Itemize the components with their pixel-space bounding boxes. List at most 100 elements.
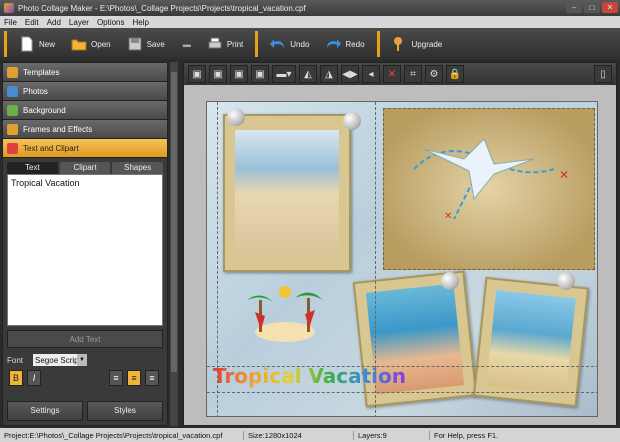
lock-button[interactable]: 🔒 (446, 65, 464, 83)
minimize-button[interactable]: – (566, 2, 582, 13)
collage-title-text[interactable]: Tropical Vacation (213, 364, 406, 388)
bottom-buttons: Settings Styles (7, 401, 163, 421)
send-backward-button[interactable]: ▣ (230, 65, 248, 83)
open-button[interactable]: Open (63, 29, 119, 59)
format-row: B I ≡ ≡ ≡ (9, 370, 161, 386)
toolbar-divider (4, 31, 7, 57)
save-dropdown-icon[interactable]: ▬ (183, 40, 191, 49)
folder-open-icon (71, 39, 87, 51)
frame-sandcastle-photo[interactable] (473, 276, 589, 408)
align-button[interactable]: ▬▾ (272, 65, 296, 83)
styles-button[interactable]: Styles (87, 401, 163, 421)
page-button[interactable]: ▯ (594, 65, 612, 83)
italic-button[interactable]: I (27, 370, 41, 386)
align-center-button[interactable]: ≡ (127, 370, 141, 386)
menu-file[interactable]: File (4, 18, 17, 27)
new-label: New (39, 39, 56, 49)
delete-button[interactable]: ✕ (383, 65, 401, 83)
status-help: For Help, press F1. (434, 430, 499, 440)
status-layers: Layers:9 (354, 430, 430, 440)
tab-clipart[interactable]: Clipart (59, 162, 111, 174)
properties-button[interactable]: ⚙ (425, 65, 443, 83)
rotate-left-button[interactable]: ◭ (299, 65, 317, 83)
pin-left-top-2 (343, 112, 361, 130)
title-bar: Photo Collage Maker - E:\Photos\_Collage… (0, 0, 620, 16)
sidebar-item-templates[interactable]: Templates (3, 63, 167, 82)
align-right-icon: ≡ (149, 373, 155, 383)
rotate-right-icon: ◮ (325, 68, 333, 80)
scrollbar-thumb[interactable] (171, 72, 177, 372)
font-select[interactable]: Segoe Script ▼ (33, 354, 88, 366)
flip-horizontal-button[interactable]: ◀▶ (341, 65, 359, 83)
bring-forward-icon: ▣ (213, 68, 223, 80)
collage-page[interactable]: ✕ ✕ Tropical Vacation (206, 101, 598, 417)
tab-text[interactable]: Text (7, 162, 58, 174)
status-bar: Project:E:\Photos\_Collage Projects\Proj… (0, 428, 620, 442)
frame-family-photo[interactable] (223, 114, 351, 272)
send-to-back-button[interactable]: ▣ (251, 65, 269, 83)
font-row: Font Segoe Script ▼ (7, 354, 163, 366)
family-beach-photo[interactable] (235, 130, 339, 258)
bring-forward-button[interactable]: ▣ (209, 65, 227, 83)
new-button[interactable]: New (11, 29, 63, 59)
left-panel-scrollbar[interactable] (170, 62, 178, 426)
crop-icon: ⌗ (410, 68, 416, 80)
rotate-left-icon: ◭ (304, 68, 312, 80)
flip-horizontal-icon: ◀▶ (342, 68, 358, 80)
tab-shapes[interactable]: Shapes (112, 162, 164, 174)
save-button[interactable]: Save ▬ (119, 29, 199, 59)
rotate-right-button[interactable]: ◮ (320, 65, 338, 83)
bold-button[interactable]: B (9, 370, 23, 386)
sidebar-item-background[interactable]: Background (3, 101, 167, 120)
toolbar-divider (376, 31, 380, 57)
close-button[interactable]: ✕ (602, 2, 618, 13)
undo-button[interactable]: Undo (262, 29, 317, 59)
menu-layer[interactable]: Layer (69, 18, 89, 27)
menu-options[interactable]: Options (97, 18, 125, 27)
bring-to-front-button[interactable]: ▣ (188, 65, 206, 83)
menu-add[interactable]: Add (47, 18, 61, 27)
palm-parrots-svg (247, 286, 323, 342)
print-label: Print (226, 39, 244, 49)
menu-edit[interactable]: Edit (25, 18, 39, 27)
star-icon (7, 66, 18, 78)
align-left-icon: ≡ (113, 373, 119, 383)
crop-button[interactable]: ⌗ (404, 65, 422, 83)
key-icon (393, 37, 402, 51)
text-input[interactable]: Tropical Vacation (7, 174, 163, 326)
sidebar-item-label: Frames and Effects (23, 124, 93, 134)
save-disk-icon (128, 37, 142, 51)
sidebar-item-photos[interactable]: Photos (3, 82, 167, 101)
redo-arrow-icon (327, 39, 342, 48)
gear-icon: ⚙ (429, 68, 439, 80)
svg-text:✕: ✕ (444, 211, 452, 222)
upgrade-button[interactable]: Upgrade (384, 29, 451, 59)
align-left-button[interactable]: ≡ (109, 370, 123, 386)
window-title: Photo Collage Maker - E:\Photos\_Collage… (18, 3, 306, 13)
print-button[interactable]: Print (199, 29, 251, 59)
add-text-button[interactable]: Add Text (7, 330, 163, 348)
status-size: Size:1280x1024 (244, 430, 354, 440)
redo-label: Redo (345, 39, 365, 49)
align-right-button[interactable]: ≡ (145, 370, 159, 386)
redo-button[interactable]: Redo (317, 29, 372, 59)
page-icon: ▯ (600, 68, 606, 80)
bring-front-icon: ▣ (192, 68, 202, 80)
text-clipart-icon (7, 142, 18, 154)
flip-vertical-button[interactable]: ◂ (362, 65, 380, 83)
menu-help[interactable]: Help (133, 18, 149, 27)
maximize-button[interactable]: □ (584, 2, 600, 13)
new-document-icon (21, 36, 33, 52)
sidebar-item-frames-effects[interactable]: Frames and Effects (3, 120, 167, 139)
printer-icon (208, 37, 222, 49)
palm-tree-clipart[interactable] (237, 280, 333, 356)
flip-vertical-icon: ◂ (368, 68, 374, 80)
frames-icon (7, 123, 18, 135)
map-route-svg: ✕ ✕ (413, 138, 569, 222)
collage-title: Tropical Vacation (213, 364, 407, 388)
sandcastle-photo[interactable] (486, 290, 576, 394)
canvas-toolbar: ▣ ▣ ▣ ▣ ▬▾ ◭ ◮ ◀▶ ◂ ✕ ⌗ ⚙ 🔒 ▯ (184, 63, 616, 85)
treasure-map-image[interactable]: ✕ ✕ (383, 108, 595, 270)
settings-button[interactable]: Settings (7, 401, 83, 421)
sidebar-item-text-clipart[interactable]: Text and Clipart (3, 139, 167, 158)
